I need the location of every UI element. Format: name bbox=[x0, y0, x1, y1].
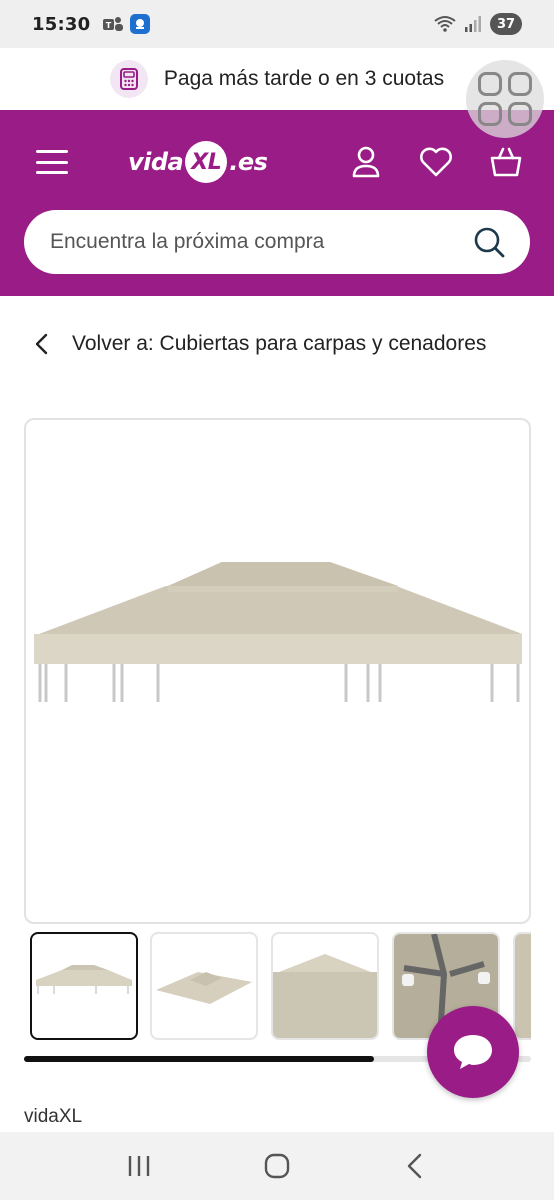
thumbnail-3[interactable] bbox=[271, 932, 379, 1040]
teams-icon: T bbox=[103, 17, 124, 31]
chat-bubble-icon bbox=[454, 1035, 492, 1069]
thumbnail-2[interactable] bbox=[150, 932, 258, 1040]
logo-mark: XL bbox=[185, 141, 228, 183]
chat-button[interactable] bbox=[427, 1006, 519, 1098]
battery-icon: 37 bbox=[490, 13, 522, 35]
grid-cell bbox=[508, 72, 532, 96]
site-header: vida XL .es Encuentra la próxima compra bbox=[0, 110, 554, 296]
account-icon[interactable] bbox=[348, 144, 384, 180]
payment-terminal-icon bbox=[109, 60, 148, 98]
heart-icon[interactable] bbox=[418, 144, 454, 180]
search-bar[interactable]: Encuentra la próxima compra bbox=[24, 210, 530, 274]
basket-icon[interactable] bbox=[488, 144, 524, 180]
chevron-left-icon[interactable] bbox=[30, 332, 54, 356]
signal-icon bbox=[465, 16, 481, 32]
logo-suffix: .es bbox=[229, 148, 268, 176]
search-icon[interactable] bbox=[472, 225, 506, 259]
svg-text:T: T bbox=[106, 21, 112, 30]
gazebo-cover-front bbox=[36, 965, 132, 994]
thumbnail-1[interactable] bbox=[30, 932, 138, 1040]
grid-cell bbox=[478, 72, 502, 96]
product-brand[interactable]: vidaXL bbox=[24, 1106, 82, 1128]
menu-line bbox=[36, 150, 68, 153]
home-icon[interactable] bbox=[257, 1146, 297, 1186]
menu-line bbox=[36, 160, 68, 164]
search-input[interactable]: Encuentra la próxima compra bbox=[50, 230, 472, 254]
gazebo-cover-top bbox=[156, 972, 252, 1004]
status-right: 37 bbox=[434, 13, 522, 35]
floating-app-grid-button[interactable] bbox=[466, 60, 544, 138]
gazebo-partial bbox=[515, 934, 531, 1038]
grid-cell bbox=[508, 102, 532, 126]
back-icon[interactable] bbox=[395, 1146, 435, 1186]
product-main-image[interactable] bbox=[24, 418, 531, 924]
system-nav-bar bbox=[0, 1132, 554, 1200]
menu-line bbox=[36, 171, 68, 174]
gazebo-cover-detail bbox=[273, 954, 377, 1038]
breadcrumb[interactable]: Volver a: Cubiertas para carpas y cenado… bbox=[30, 332, 486, 356]
site-logo[interactable]: vida XL .es bbox=[128, 140, 268, 184]
menu-icon[interactable] bbox=[36, 150, 68, 174]
status-time: 15:30 bbox=[32, 13, 91, 35]
breadcrumb-link[interactable]: Volver a: Cubiertas para carpas y cenado… bbox=[72, 332, 486, 356]
app-badge-icon bbox=[130, 14, 151, 34]
wifi-icon bbox=[434, 16, 456, 32]
promo-text: Paga más tarde o en 3 cuotas bbox=[163, 67, 445, 90]
gallery-scroll-thumb[interactable] bbox=[24, 1056, 374, 1062]
logo-prefix: vida bbox=[128, 148, 184, 176]
thumbnail-5[interactable] bbox=[513, 932, 531, 1040]
header-top: vida XL .es bbox=[0, 110, 554, 208]
status-left-icons: T bbox=[102, 14, 151, 34]
status-bar: 15:30 T 37 bbox=[0, 0, 554, 48]
gazebo-roof-image bbox=[34, 562, 522, 702]
grid-cell bbox=[478, 102, 502, 126]
recent-apps-icon[interactable] bbox=[119, 1146, 159, 1186]
page: 15:30 T 37 Paga más tarde o en 3 cuotas … bbox=[0, 0, 554, 1200]
header-icons bbox=[348, 144, 524, 180]
